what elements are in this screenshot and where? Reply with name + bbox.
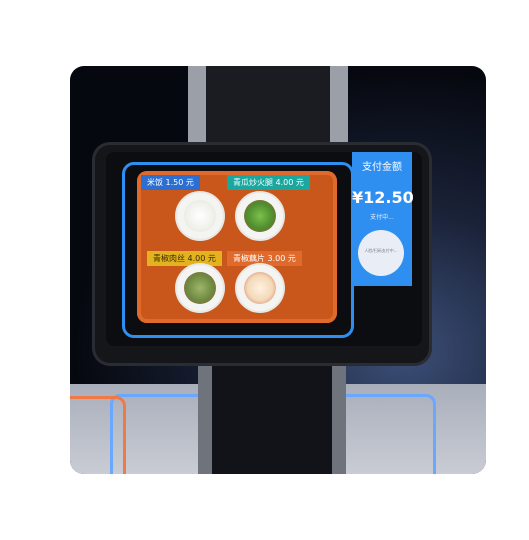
payment-panel: 支付金额 ¥12.50 支付中... 人脸/扫码支付中...	[352, 152, 414, 286]
pepper-pork-food	[184, 272, 216, 304]
food-tray: 米饭 1.50 元 青瓜炒火腿 4.00 元 青椒肉丝 4.00 元 青椒藕片 …	[137, 171, 337, 323]
stand-edge-left	[198, 366, 212, 474]
tray-frame: 米饭 1.50 元 青瓜炒火腿 4.00 元 青椒肉丝 4.00 元 青椒藕片 …	[122, 162, 354, 338]
pillar-rail-right	[330, 66, 348, 146]
kiosk-display: 米饭 1.50 元 青瓜炒火腿 4.00 元 青椒肉丝 4.00 元 青椒藕片 …	[92, 142, 432, 366]
cucumber-ham-food	[244, 200, 276, 232]
kiosk-stand	[198, 366, 346, 474]
plate-pepper-pork	[177, 265, 223, 311]
payment-amount: ¥12.50	[352, 188, 414, 207]
item-tag-pepper-lotus: 青椒藕片 3.00 元	[227, 251, 302, 266]
stand-edge-right	[332, 366, 346, 474]
plate-rice	[177, 193, 223, 239]
plate-cucumber-ham	[237, 193, 283, 239]
plate-pepper-lotus	[237, 265, 283, 311]
item-tag-pepper-pork: 青椒肉丝 4.00 元	[147, 251, 222, 266]
item-tag-cucumber-ham: 青瓜炒火腿 4.00 元	[227, 175, 310, 190]
face-scan-area[interactable]: 人脸/扫码支付中...	[358, 230, 404, 276]
kiosk-screen: 米饭 1.50 元 青瓜炒火腿 4.00 元 青椒肉丝 4.00 元 青椒藕片 …	[106, 152, 422, 346]
payment-title: 支付金额	[362, 162, 402, 173]
kiosk-scene: 米饭 1.50 元 青瓜炒火腿 4.00 元 青椒肉丝 4.00 元 青椒藕片 …	[70, 66, 486, 474]
scan-hint: 人脸/扫码支付中...	[364, 248, 398, 253]
kiosk-top-pillar	[188, 66, 348, 146]
pillar-rail-left	[188, 66, 206, 146]
item-tag-rice: 米饭 1.50 元	[141, 175, 200, 190]
pepper-lotus-food	[244, 272, 276, 304]
floor-light-ring-orange	[70, 396, 126, 474]
payment-status: 支付中...	[370, 214, 394, 221]
rice-food	[184, 200, 216, 232]
